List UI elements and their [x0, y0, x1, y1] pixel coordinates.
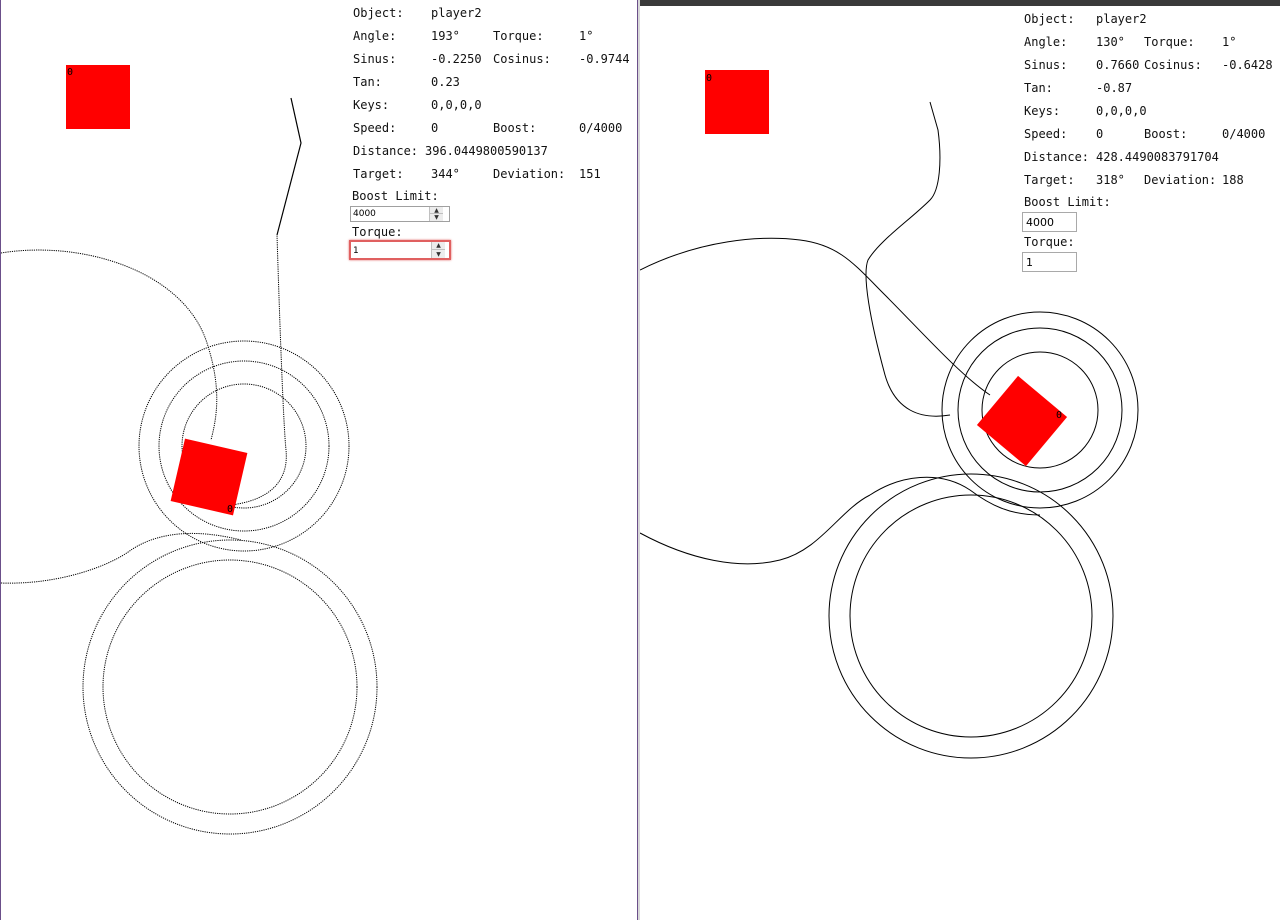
torque-stepper[interactable]: ▲ ▼ — [431, 242, 445, 258]
boost-limit-label: Boost Limit: — [352, 189, 439, 203]
torque-input-label: Torque: — [1024, 235, 1075, 249]
boost-label: Boost: — [493, 121, 537, 135]
keys-label: Keys: — [353, 98, 390, 112]
angle-value: 193° — [431, 29, 460, 43]
distance-value: 396.0449800590137 — [425, 144, 548, 158]
deviation-label: Deviation: — [1144, 173, 1217, 187]
cosinus-value: -0.9744 — [579, 52, 630, 66]
boost-limit-field[interactable] — [1026, 213, 1074, 231]
boost-value: 0/4000 — [1222, 127, 1266, 141]
boost-value: 0/4000 — [579, 121, 623, 135]
player-object — [976, 375, 1068, 467]
speed-label: Speed: — [353, 121, 397, 135]
trail-path — [640, 494, 871, 565]
cosinus-label: Cosinus: — [1144, 58, 1202, 72]
keys-label: Keys: — [1024, 104, 1061, 118]
deviation-value: 151 — [579, 167, 601, 181]
boost-limit-input[interactable] — [1022, 212, 1077, 232]
boost-label: Boost: — [1144, 127, 1188, 141]
object-value: player2 — [431, 6, 482, 20]
target-label: Target: — [1024, 173, 1075, 187]
torque-input-label: Torque: — [352, 225, 403, 239]
distance-label: Distance: — [353, 144, 419, 158]
trail-circle — [849, 494, 1093, 738]
torque-value: 1° — [579, 29, 594, 43]
torque-input[interactable]: ▲ ▼ — [349, 240, 451, 260]
trail-path — [865, 101, 951, 417]
stepper-down-icon[interactable]: ▼ — [430, 214, 443, 221]
right-browser-pane: 0 0 Object: player2 Angle: 130° Torque: 1° S… — [640, 0, 1280, 920]
torque-field[interactable] — [353, 243, 431, 259]
speed-value: 0 — [431, 121, 439, 135]
tan-value: 0.23 — [431, 75, 460, 89]
angle-label: Angle: — [353, 29, 397, 43]
keys-value: 0,0,0,0 — [1096, 104, 1147, 118]
sinus-value: -0.2250 — [431, 52, 482, 66]
trail-circle — [82, 539, 378, 835]
deviation-label: Deviation: — [493, 167, 566, 181]
keys-value: 0,0,0,0 — [431, 98, 482, 112]
target-object — [705, 70, 769, 134]
player-marker-label: 0 — [1056, 410, 1062, 421]
stepper-down-icon[interactable]: ▼ — [432, 250, 445, 258]
tan-label: Tan: — [1024, 81, 1053, 95]
sinus-value: 0.7660 — [1096, 58, 1140, 72]
distance-value: 428.4490083791704 — [1096, 150, 1219, 164]
trail-path — [640, 237, 991, 396]
target-marker-label: 0 — [706, 73, 712, 84]
sinus-label: Sinus: — [1024, 58, 1068, 72]
torque-value: 1° — [1222, 35, 1237, 49]
object-label: Object: — [1024, 12, 1075, 26]
left-browser-pane: 0 0 Object: player2 Angle: 193° Torque: 1° S… — [0, 0, 638, 920]
trail-path — [1, 533, 242, 584]
angle-value: 130° — [1096, 35, 1125, 49]
boost-limit-field[interactable] — [353, 207, 431, 221]
torque-field[interactable] — [1026, 253, 1074, 271]
angle-label: Angle: — [1024, 35, 1068, 49]
left-game-canvas[interactable]: 0 0 — [1, 0, 638, 920]
target-object — [66, 65, 130, 129]
deviation-value: 188 — [1222, 173, 1244, 187]
player-marker-label: 0 — [227, 504, 233, 515]
boost-limit-label: Boost Limit: — [1024, 195, 1111, 209]
tan-value: -0.87 — [1096, 81, 1133, 95]
trail-path — [276, 97, 302, 236]
cosinus-label: Cosinus: — [493, 52, 551, 66]
torque-label: Torque: — [493, 29, 544, 43]
object-label: Object: — [353, 6, 404, 20]
tan-label: Tan: — [353, 75, 382, 89]
object-value: player2 — [1096, 12, 1147, 26]
sinus-label: Sinus: — [353, 52, 397, 66]
stepper-up-icon[interactable]: ▲ — [432, 242, 445, 250]
torque-label: Torque: — [1144, 35, 1195, 49]
speed-value: 0 — [1096, 127, 1104, 141]
distance-label: Distance: — [1024, 150, 1090, 164]
trail-circle — [102, 559, 358, 815]
target-value: 344° — [431, 167, 460, 181]
speed-label: Speed: — [1024, 127, 1068, 141]
trail-path — [1, 249, 218, 441]
target-marker-label: 0 — [67, 67, 73, 78]
target-label: Target: — [353, 167, 404, 181]
boost-limit-input[interactable]: ▲ ▼ — [350, 206, 450, 222]
boost-limit-stepper[interactable]: ▲ ▼ — [429, 207, 443, 221]
torque-input[interactable] — [1022, 252, 1077, 272]
stepper-up-icon[interactable]: ▲ — [430, 207, 443, 214]
cosinus-value: -0.6428 — [1222, 58, 1273, 72]
right-game-canvas[interactable]: 0 0 — [640, 6, 1280, 920]
trail-circle — [828, 473, 1114, 759]
target-value: 318° — [1096, 173, 1125, 187]
trail-circle — [138, 340, 350, 552]
